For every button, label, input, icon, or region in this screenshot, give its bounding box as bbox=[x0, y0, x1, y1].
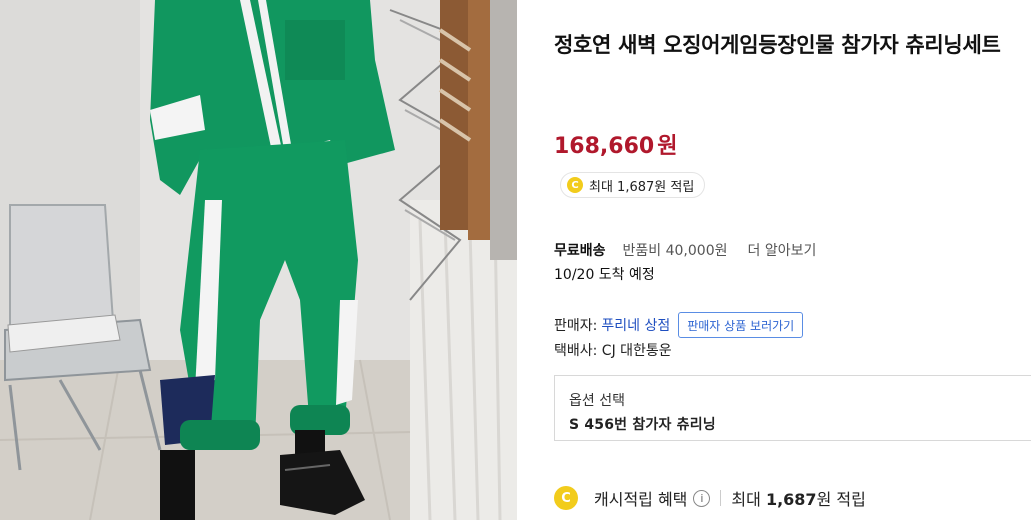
option-label: 옵션 선택 bbox=[569, 393, 625, 409]
product-photo-illustration bbox=[0, 0, 517, 520]
reward-points-text: 최대 1,687원 적립 bbox=[589, 179, 695, 195]
seller-row: 판매자: 푸리네 상점 판매자 상품 보러가기 bbox=[554, 312, 804, 338]
shipping-info: 무료배송 반품비 40,000원 더 알아보기 bbox=[554, 240, 816, 260]
return-fee-text: 반품비 40,000원 bbox=[622, 243, 728, 259]
cash-max-suffix: 원 적립 bbox=[816, 490, 866, 509]
product-title: 정호연 새벽 오징어게임등장인물 참가자 츄리닝세트 bbox=[554, 33, 1001, 57]
seller-name-link[interactable]: 푸리네 상점 bbox=[601, 315, 670, 335]
price-unit: 원 bbox=[657, 134, 678, 159]
cash-max-amount: 1,687 bbox=[765, 490, 817, 509]
option-selected-value: S 456번 참가자 츄리닝 bbox=[569, 417, 716, 433]
price-amount: 168,660 bbox=[554, 134, 655, 159]
cash-reward-row: C 캐시적립 혜택 i 최대 1,687원 적립 bbox=[554, 486, 866, 510]
view-seller-products-button[interactable]: 판매자 상품 보러가기 bbox=[678, 312, 804, 338]
reward-points-badge[interactable]: C 최대 1,687원 적립 bbox=[560, 172, 706, 198]
courier-info: 택배사: CJ 대한통운 bbox=[554, 343, 672, 359]
product-info-panel: 정호연 새벽 오징어게임등장인물 참가자 츄리닝세트 168,660 원 C 최대… bbox=[554, 0, 1031, 520]
product-photo[interactable] bbox=[0, 0, 517, 520]
cash-coin-icon: C bbox=[554, 486, 578, 510]
divider bbox=[720, 490, 722, 506]
info-icon[interactable]: i bbox=[693, 489, 711, 507]
learn-more-link[interactable]: 더 알아보기 bbox=[748, 240, 817, 260]
option-selector[interactable]: 옵션 선택 S 456번 참가자 츄리닝 bbox=[554, 375, 1031, 441]
free-shipping-label: 무료배송 bbox=[554, 243, 606, 259]
product-price: 168,660 원 bbox=[554, 128, 677, 160]
arrival-date: 10/20 도착 예정 bbox=[554, 267, 655, 283]
cash-reward-label: 캐시적립 혜택 bbox=[594, 490, 688, 509]
coin-icon: C bbox=[567, 177, 583, 193]
seller-label: 판매자: bbox=[554, 318, 598, 334]
cash-max-prefix: 최대 bbox=[731, 490, 761, 509]
cash-max-reward: 최대 1,687원 적립 bbox=[731, 486, 865, 510]
